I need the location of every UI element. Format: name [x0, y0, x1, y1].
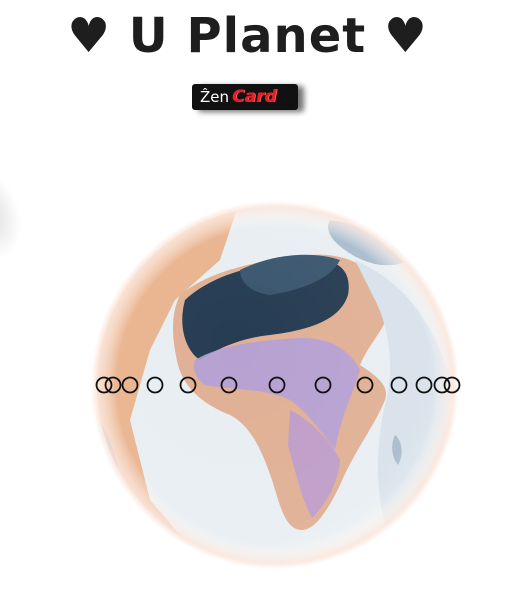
- cloud-wisp-decoration: [0, 165, 31, 265]
- planet-globe[interactable]: [90, 200, 460, 570]
- zencard-prefix: Ẑen: [200, 88, 230, 106]
- zencard-name: Card: [232, 87, 277, 107]
- page-title: ♥ U Planet ♥: [67, 8, 428, 64]
- zencard-badge[interactable]: Ẑen Card: [192, 84, 298, 110]
- globe-icon: [91, 201, 459, 569]
